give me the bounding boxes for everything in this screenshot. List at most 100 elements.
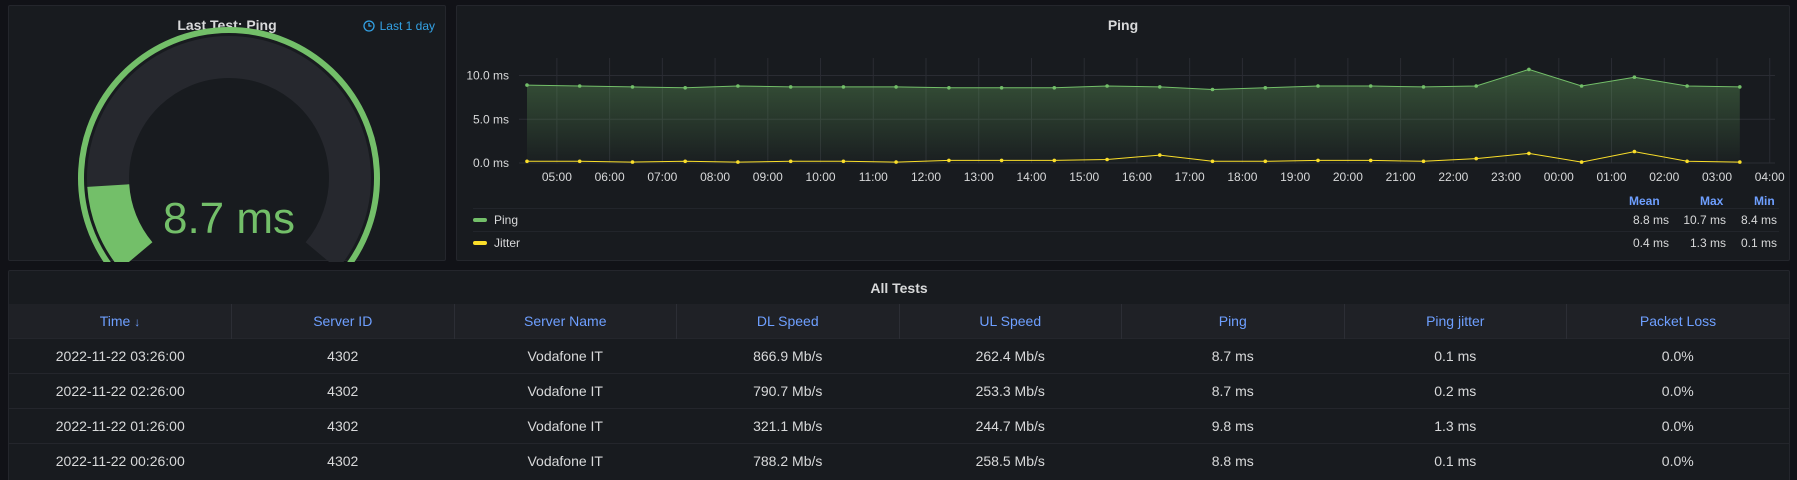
data-point-jitter [1685, 159, 1689, 164]
x-tick-label: 00:00 [1544, 170, 1574, 184]
x-tick-label: 06:00 [595, 170, 625, 184]
cell-server-name: Vodafone IT [454, 442, 677, 478]
cell-server-id: 4302 [231, 407, 454, 443]
cell-server-id: 4302 [231, 442, 454, 478]
cell-ul-speed: 244.7 Mb/s [899, 407, 1122, 443]
column-header-ul-speed[interactable]: UL Speed [899, 304, 1122, 338]
gauge-value-text: 8.7 ms [163, 194, 295, 243]
data-point-jitter [630, 160, 635, 164]
cell-dl-speed: 790.7 Mb/s [676, 372, 899, 408]
data-point-ping [1738, 85, 1742, 89]
column-header-time[interactable]: Time ↓ [9, 304, 232, 338]
legend-header-mean[interactable]: Mean [1629, 194, 1660, 208]
data-point-jitter [1316, 158, 1320, 163]
x-tick-label: 17:00 [1175, 170, 1205, 184]
cell-ul-speed: 258.5 Mb/s [899, 442, 1122, 478]
x-tick-label: 08:00 [700, 170, 730, 184]
data-point-ping [683, 86, 687, 90]
x-tick-label: 14:00 [1016, 170, 1046, 184]
legend-swatch [473, 218, 487, 222]
legend-mean-value: 8.8 ms [1632, 213, 1669, 227]
table-row[interactable]: 2022-11-22 01:26:00 4302 Vodafone IT 321.1 … [9, 407, 1789, 443]
all-tests-title[interactable]: All Tests [9, 280, 1789, 296]
y-tick-label: 0.0 ms [473, 156, 509, 170]
cell-ping: 8.7 ms [1121, 337, 1344, 373]
data-point-jitter [1632, 149, 1637, 154]
data-point-jitter [894, 160, 898, 164]
cell-ul-speed: 262.4 Mb/s [899, 337, 1122, 373]
data-point-ping [841, 85, 846, 89]
data-point-ping [1527, 67, 1531, 72]
column-header-ping-jitter[interactable]: Ping jitter [1344, 304, 1567, 338]
column-header-packet-loss[interactable]: Packet Loss [1566, 304, 1789, 338]
data-point-ping [1632, 75, 1637, 79]
legend-series-name: Jitter [494, 236, 521, 250]
column-header-server-name[interactable]: Server Name [454, 304, 677, 338]
cell-packet-loss: 0.0% [1566, 442, 1789, 478]
data-point-ping [1105, 84, 1109, 88]
table-row[interactable]: 2022-11-22 02:26:00 4302 Vodafone IT 790.7 … [9, 372, 1789, 408]
data-point-ping [1210, 87, 1215, 92]
x-tick-label: 22:00 [1438, 170, 1468, 184]
cell-dl-speed: 321.1 Mb/s [676, 407, 899, 443]
data-point-jitter [1527, 151, 1531, 156]
cell-server-name: Vodafone IT [454, 407, 677, 443]
data-point-jitter [1579, 160, 1584, 164]
cell-server-name: Vodafone IT [454, 372, 677, 408]
legend-header-max[interactable]: Max [1700, 194, 1723, 208]
cell-ping-jitter: 0.2 ms [1344, 372, 1567, 408]
x-tick-label: 07:00 [647, 170, 677, 184]
gauge-panel: Last Test: Ping Last 1 day 8.7 ms [8, 5, 446, 262]
data-point-jitter [999, 158, 1004, 163]
legend-item-jitter[interactable]: Jitter 0.4 ms 1.3 ms 0.1 ms [473, 231, 1779, 254]
x-tick-label: 10:00 [806, 170, 836, 184]
x-tick-label: 05:00 [542, 170, 572, 184]
table-row[interactable]: 2022-11-22 00:26:00 4302 Vodafone IT 788.2 … [9, 442, 1789, 478]
data-point-ping [1579, 84, 1584, 88]
all-tests-panel: All Tests Time ↓ Server ID Server Name DL… [8, 270, 1790, 480]
data-point-jitter [525, 159, 529, 164]
data-point-jitter [683, 159, 687, 164]
table-row[interactable]: 2022-11-22 03:26:00 4302 Vodafone IT 866.9 … [9, 337, 1789, 373]
x-tick-label: 23:00 [1491, 170, 1521, 184]
x-tick-label: 16:00 [1122, 170, 1152, 184]
data-point-jitter [1263, 159, 1268, 164]
data-point-jitter [1474, 156, 1478, 161]
data-point-ping [999, 86, 1004, 90]
data-point-ping [1368, 84, 1373, 88]
cell-ping: 8.8 ms [1121, 442, 1344, 478]
ping-line-chart[interactable]: 05:00 06:00 07:00 08:00 09:00 10:00 11:00 12:00… [457, 6, 1791, 191]
legend-swatch [473, 241, 487, 245]
gauge-value-arc [87, 183, 153, 262]
x-tick-label: 03:00 [1702, 170, 1732, 184]
data-point-ping [1474, 84, 1478, 88]
data-point-jitter [1368, 158, 1373, 163]
all-tests-table: Time ↓ Server ID Server Name DL Speed UL … [9, 304, 1789, 478]
column-header-dl-speed[interactable]: DL Speed [676, 304, 900, 338]
data-point-jitter [947, 158, 951, 163]
data-point-jitter [841, 159, 846, 164]
x-tick-label: 01:00 [1597, 170, 1627, 184]
x-tick-label: 12:00 [911, 170, 941, 184]
legend-max-value: 10.7 ms [1683, 213, 1726, 227]
x-tick-label: 09:00 [753, 170, 783, 184]
legend-item-ping[interactable]: Ping 8.8 ms 10.7 ms 8.4 ms [473, 208, 1779, 231]
cell-packet-loss: 0.0% [1566, 372, 1789, 408]
legend-series-name: Ping [494, 213, 519, 227]
cell-time: 2022-11-22 03:26:00 [9, 337, 232, 373]
data-point-ping [1316, 84, 1320, 88]
column-header-server-id[interactable]: Server ID [231, 304, 455, 338]
data-point-jitter [1052, 158, 1057, 163]
x-tick-label: 20:00 [1333, 170, 1363, 184]
data-point-jitter [788, 159, 793, 164]
data-point-ping [1421, 85, 1426, 89]
y-tick-label: 10.0 ms [466, 69, 509, 83]
legend-header-min[interactable]: Min [1754, 194, 1775, 208]
data-point-ping [894, 85, 898, 89]
y-tick-label: 5.0 ms [473, 112, 509, 126]
data-point-jitter [736, 160, 740, 164]
data-point-ping [736, 84, 740, 88]
cell-time: 2022-11-22 00:26:00 [9, 442, 232, 478]
column-header-ping[interactable]: Ping [1121, 304, 1345, 338]
cell-time: 2022-11-22 01:26:00 [9, 407, 232, 443]
